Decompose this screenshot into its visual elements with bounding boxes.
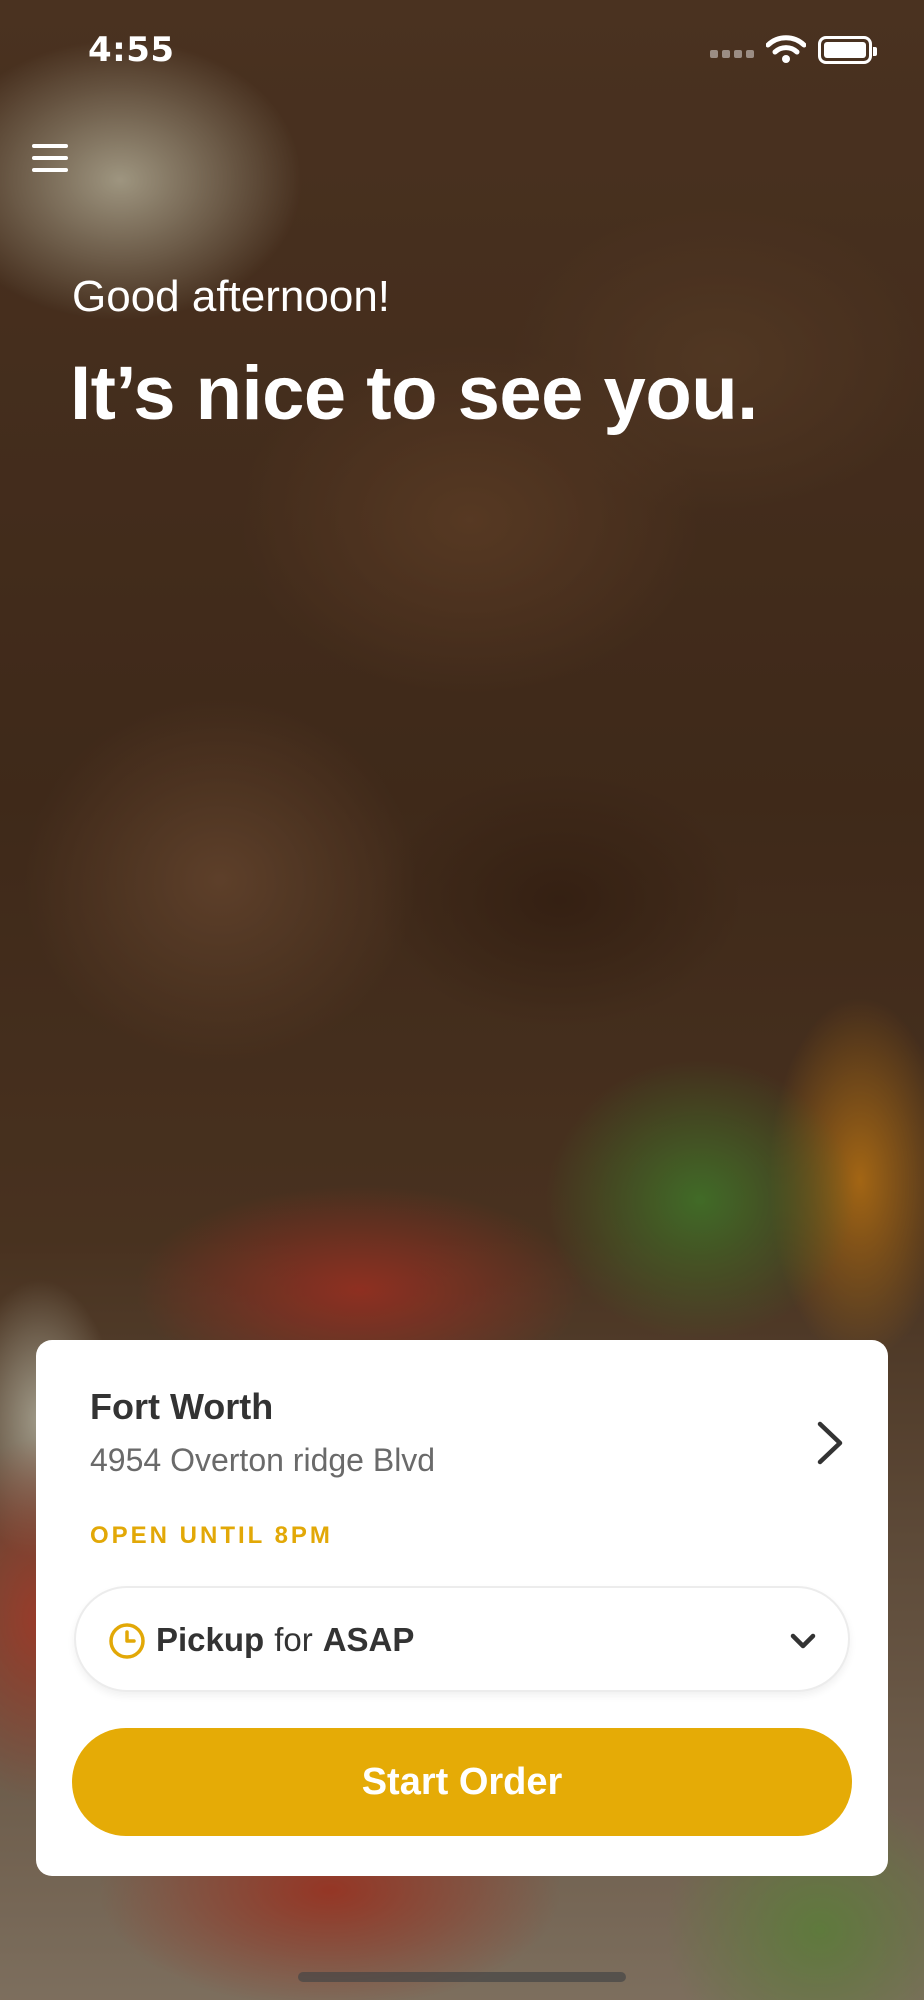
home-indicator (298, 1972, 626, 1982)
wifi-icon (766, 35, 806, 63)
battery-icon (818, 36, 877, 64)
location-card: Fort Worth 4954 Overton ridge Blvd OPEN … (36, 1340, 888, 1876)
cellular-signal-icon (710, 50, 754, 58)
menu-icon[interactable] (32, 138, 76, 178)
chevron-down-icon (790, 1633, 816, 1649)
order-mode-label: Pickup for ASAP (156, 1621, 414, 1659)
clock-icon (109, 1623, 145, 1659)
welcome-headline: It’s nice to see you. (70, 351, 758, 436)
order-mode-selector[interactable]: Pickup for ASAP (74, 1586, 850, 1692)
chevron-right-icon (817, 1421, 843, 1465)
order-connector: for (274, 1621, 313, 1658)
store-address: 4954 Overton ridge Blvd (90, 1442, 436, 1478)
home-screen: 4:55 Good afternoon! It’s nice to see yo… (0, 0, 924, 2000)
store-location-button[interactable]: Fort Worth 4954 Overton ridge Blvd (90, 1386, 852, 1506)
status-time: 4:55 (88, 30, 175, 70)
store-name: Fort Worth (90, 1386, 274, 1427)
order-type: Pickup (156, 1621, 265, 1658)
order-time: ASAP (322, 1621, 415, 1658)
status-bar: 4:55 (0, 0, 924, 100)
greeting-text: Good afternoon! (72, 272, 391, 321)
start-order-button[interactable]: Start Order (72, 1728, 852, 1836)
store-hours: OPEN UNTIL 8PM (90, 1522, 333, 1549)
